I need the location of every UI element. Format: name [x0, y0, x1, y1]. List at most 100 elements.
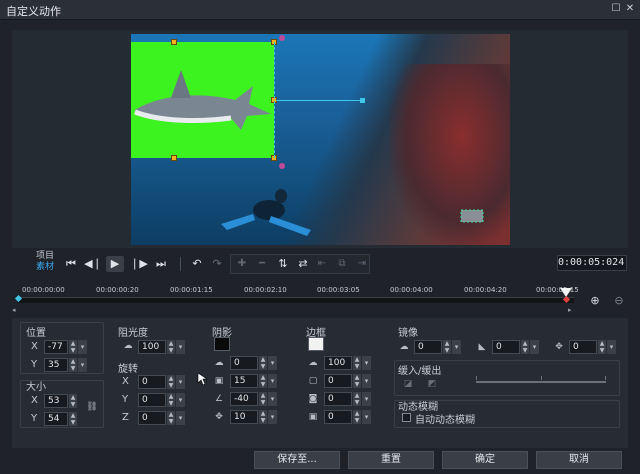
keyframe-right-icon[interactable]: ⇥ — [354, 256, 370, 272]
position-x-spinner[interactable]: ▲ ▼ — [69, 340, 77, 354]
size-x-field[interactable]: 53 — [44, 394, 68, 408]
rotation-x-spinner[interactable]: ▲ ▼ — [167, 375, 175, 389]
mirror-fade-dropdown[interactable]: ▾ — [530, 340, 539, 354]
position-x-dropdown[interactable]: ▾ — [78, 340, 87, 354]
opacity-dropdown[interactable]: ▾ — [176, 340, 185, 354]
ease-in-icon[interactable]: ◪ — [402, 378, 414, 390]
shadow-blur-spinner[interactable]: ▲ ▼ — [259, 374, 267, 388]
previous-frame-icon[interactable]: ◀❘ — [84, 256, 102, 272]
mirror-fade-spinner[interactable]: ▲ ▼ — [521, 340, 529, 354]
border-outer-dropdown[interactable]: ▾ — [362, 410, 371, 424]
size-y-spinner[interactable]: ▲ ▼ — [69, 412, 77, 426]
shadow-angle-field[interactable]: -40 — [230, 392, 258, 406]
play-mode-toggle[interactable]: 项目 素材 — [36, 251, 54, 273]
shadow-blur-field[interactable]: 15 — [230, 374, 258, 388]
border-outer-field[interactable]: 0 — [324, 410, 352, 424]
mirror-fade-field[interactable]: 0 — [492, 340, 520, 354]
mirror-opacity-field[interactable]: 0 — [414, 340, 442, 354]
rotate-handle-bottom[interactable] — [279, 163, 285, 169]
rotation-z-dropdown[interactable]: ▾ — [176, 411, 185, 425]
reset-button[interactable]: 重置 — [348, 451, 434, 469]
mirror-offset-field[interactable]: 0 — [569, 340, 597, 354]
remove-keyframe-icon[interactable]: ━ — [254, 256, 270, 272]
rotation-z-spinner[interactable]: ▲ ▼ — [167, 411, 175, 425]
shadow-distance-spinner[interactable]: ▲ ▼ — [259, 410, 267, 424]
undo-icon[interactable]: ↶ — [188, 256, 206, 272]
ease-out-icon[interactable]: ◩ — [426, 378, 438, 390]
scroll-left-icon[interactable]: ◂ — [12, 306, 16, 314]
border-opacity-dropdown[interactable]: ▾ — [362, 356, 371, 370]
timeline-track[interactable] — [18, 297, 574, 303]
shadow-distance-field[interactable]: 10 — [230, 410, 258, 424]
keyframe-copy-icon[interactable]: ⧉ — [334, 256, 350, 272]
opacity-spinner[interactable]: ▲ ▼ — [167, 340, 175, 354]
border-inner-dropdown[interactable]: ▾ — [362, 392, 371, 406]
border-outer-spinner[interactable]: ▲ ▼ — [353, 410, 361, 424]
position-y-dropdown[interactable]: ▾ — [78, 358, 87, 372]
next-frame-icon[interactable]: ❘▶ — [130, 256, 148, 272]
close-icon[interactable]: ✕ — [624, 3, 636, 15]
border-opacity-spinner[interactable]: ▲ ▼ — [353, 356, 361, 370]
shadow-opacity-field[interactable]: 0 — [230, 356, 258, 370]
zoom-out-icon[interactable]: ⊖ — [612, 294, 626, 308]
timecode-display[interactable]: 0:00:05:024 — [557, 255, 627, 271]
resize-handle-top[interactable] — [171, 39, 177, 45]
overlay-clip-green[interactable] — [131, 42, 274, 158]
position-y-spinner[interactable]: ▲ ▼ — [69, 358, 77, 372]
mode-clip-label[interactable]: 素材 — [36, 262, 54, 273]
reverse-keyframes-icon[interactable]: ⇅ — [274, 256, 292, 272]
mirror-offset-spinner[interactable]: ▲ ▼ — [598, 340, 606, 354]
scroll-right-icon[interactable]: ▸ — [568, 306, 572, 314]
border-width-spinner[interactable]: ▲ ▼ — [353, 374, 361, 388]
ok-button[interactable]: 确定 — [442, 451, 528, 469]
keyframe-left-icon[interactable]: ⇤ — [314, 256, 330, 272]
mirror-opacity-dropdown[interactable]: ▾ — [452, 340, 461, 354]
shadow-blur-dropdown[interactable]: ▾ — [268, 374, 277, 388]
border-inner-field[interactable]: 0 — [324, 392, 352, 406]
ruler-tick: 00:00:00:00 — [22, 286, 65, 294]
shadow-color-swatch[interactable] — [214, 337, 230, 351]
rotation-z-field[interactable]: 0 — [138, 411, 166, 425]
auto-motion-blur-checkbox[interactable] — [402, 413, 411, 422]
size-x-spinner[interactable]: ▲ ▼ — [69, 394, 77, 408]
save-as-button[interactable]: 保存至... — [254, 451, 340, 469]
shadow-angle-spinner[interactable]: ▲ ▼ — [259, 392, 267, 406]
border-color-swatch[interactable] — [308, 337, 324, 351]
position-x-field[interactable]: -77 — [44, 340, 68, 354]
motion-path-point[interactable] — [360, 98, 365, 103]
border-inner-spinner[interactable]: ▲ ▼ — [353, 392, 361, 406]
ease-slider[interactable] — [476, 381, 606, 383]
shadow-opacity-spinner[interactable]: ▲ ▼ — [259, 356, 267, 370]
overlay-placeholder[interactable] — [459, 208, 487, 226]
cancel-button[interactable]: 取消 — [536, 451, 622, 469]
go-to-end-icon[interactable]: ⏭ — [152, 256, 170, 272]
zoom-in-icon[interactable]: ⊕ — [588, 294, 602, 308]
ruler-tick: 00:00:02:10 — [244, 286, 287, 294]
rotate-handle[interactable] — [279, 35, 285, 41]
redo-icon[interactable]: ↷ — [208, 256, 226, 272]
border-width-dropdown[interactable]: ▾ — [362, 374, 371, 388]
border-width-field[interactable]: 0 — [324, 374, 352, 388]
go-to-start-icon[interactable]: ⏮ — [62, 256, 80, 272]
rotation-y-spinner[interactable]: ▲ ▼ — [167, 393, 175, 407]
maximize-icon[interactable]: ☐ — [610, 3, 622, 15]
opacity-field[interactable]: 100 — [138, 340, 166, 354]
shadow-opacity-dropdown[interactable]: ▾ — [268, 356, 277, 370]
resize-handle-bottom[interactable] — [171, 155, 177, 161]
shadow-distance-dropdown[interactable]: ▾ — [268, 410, 277, 424]
rotation-y-dropdown[interactable]: ▾ — [176, 393, 185, 407]
size-y-field[interactable]: 54 — [44, 412, 68, 426]
swap-keyframes-icon[interactable]: ⇄ — [294, 256, 312, 272]
border-opacity-field[interactable]: 100 — [324, 356, 352, 370]
rotation-x-dropdown[interactable]: ▾ — [176, 375, 185, 389]
play-icon[interactable]: ▶ — [106, 256, 124, 272]
mirror-opacity-spinner[interactable]: ▲ ▼ — [443, 340, 451, 354]
link-icon[interactable]: ⛓ — [86, 401, 98, 413]
rotation-x-field[interactable]: 0 — [138, 375, 166, 389]
position-y-field[interactable]: 35 — [44, 358, 68, 372]
rotation-y-field[interactable]: 0 — [138, 393, 166, 407]
add-keyframe-icon[interactable]: ✚ — [234, 256, 250, 272]
mirror-offset-dropdown[interactable]: ▾ — [607, 340, 616, 354]
mode-project-label[interactable]: 项目 — [36, 251, 54, 262]
shadow-angle-dropdown[interactable]: ▾ — [268, 392, 277, 406]
